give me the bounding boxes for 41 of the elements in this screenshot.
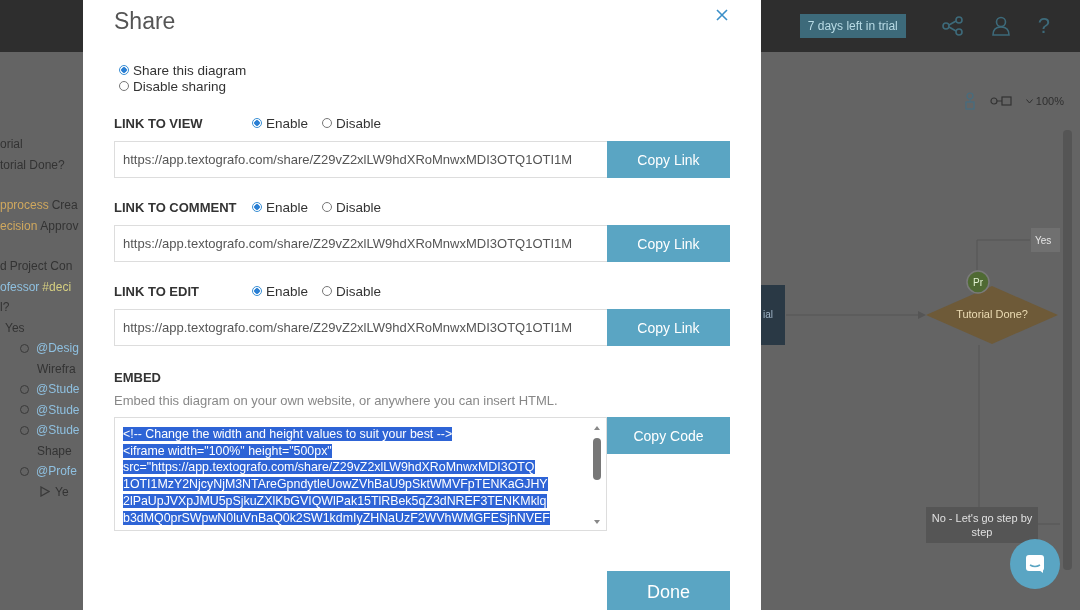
chevron-icon — [1025, 98, 1033, 104]
sharing-option[interactable]: Share this diagram — [119, 62, 730, 78]
decision-node: Tutorial Done? — [926, 286, 1058, 344]
yes-node: Yes — [1031, 228, 1060, 252]
link-field[interactable]: https://app.textografo.com/share/Z29vZ2xlLW9hdXRoMnwxMDI3OTQ1OTI1M — [114, 141, 607, 178]
outline-text: @Stude — [36, 402, 80, 417]
outline-text: pprocess — [0, 198, 49, 213]
radio-option[interactable]: Disable — [322, 115, 382, 131]
outline-text: @Desig — [36, 341, 79, 356]
user-icon[interactable] — [991, 16, 1010, 36]
section-heading: LINK TO COMMENT — [114, 199, 238, 215]
radio-option[interactable]: Enable — [252, 199, 309, 215]
dialog-title: Share — [114, 7, 176, 35]
chat-icon — [1025, 554, 1045, 574]
section-heading: LINK TO EDIT — [114, 283, 200, 299]
outline-text: @Stude — [36, 382, 80, 397]
section-heading: EMBED — [114, 370, 162, 385]
avatar-node: Pr — [966, 270, 990, 294]
trial-badge[interactable]: 7 days left in trial — [799, 14, 906, 38]
outline-text: ecision — [0, 218, 38, 233]
link-field[interactable]: https://app.textografo.com/share/Z29vZ2xlLW9hdXRoMnwxMDI3OTQ1OTI1M — [114, 309, 607, 346]
chat-button[interactable] — [1010, 539, 1060, 589]
sharing-option[interactable]: Disable sharing — [119, 78, 730, 94]
process-node: ial — [761, 285, 785, 345]
link-field[interactable]: https://app.textografo.com/share/Z29vZ2xlLW9hdXRoMnwxMDI3OTQ1OTI1M — [114, 225, 607, 262]
share-icon[interactable] — [941, 16, 964, 36]
outline-text: ofessor — [0, 279, 40, 294]
outline-text: @Profe — [36, 464, 77, 479]
outline-text: @Stude — [36, 423, 80, 438]
no-node: No - Let's go step by step — [926, 507, 1038, 543]
triangle-icon[interactable] — [40, 486, 50, 498]
embed-description: Embed this diagram on your own website, or anywhere you can insert HTML. — [114, 393, 559, 408]
close-icon[interactable] — [716, 9, 728, 21]
radio-option[interactable]: Enable — [252, 115, 309, 131]
outline-text: #deci — [42, 279, 72, 294]
radio-option[interactable]: Disable — [322, 199, 382, 215]
radio-option[interactable]: Enable — [252, 283, 309, 299]
embed-code-field[interactable]: <!-- Change the width and height values to suit your best --> <iframe width="100%" height="500px" src="https://app.textografo.com/share/Z29vZ2xlLW9hdXRoMnwxMDI3OTQ 1OTI1MzY2NjcyNjM3NTAreGpndytleUowZVhBaU9pSktWMVFpTENKaGJHY 2lPaUpJVXpJMU5pSjkuZXlKbGVIQWlPak15TlRBek5qZ3dNREF3TENKMklq b3dMQ0prSWpwN0luVnBaQ0k2SW1kdmIyZHNaUzF2WVhWMGFESjhNVEF — [114, 417, 607, 531]
radio-option[interactable]: Disable — [322, 283, 382, 299]
section-heading: LINK TO VIEW — [114, 115, 204, 131]
connector-icon[interactable] — [989, 96, 1012, 106]
